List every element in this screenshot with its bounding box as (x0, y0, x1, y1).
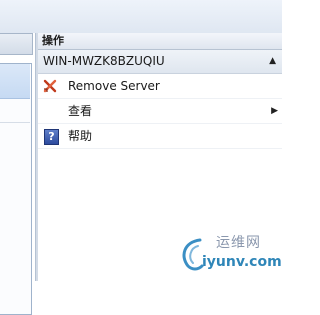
actions-pane-header: 操作 (38, 33, 282, 50)
window-top-strip (0, 0, 282, 34)
help-icon: ? (42, 128, 59, 145)
submenu-arrow-icon: ▶ (271, 106, 278, 116)
watermark-chinese-text: 运维网 (216, 235, 261, 251)
server-name: WIN-MWZK8BZUQIU (43, 54, 165, 68)
action-label: 帮助 (68, 129, 93, 143)
watermark-url: iyunv.com (202, 254, 282, 270)
server-section-header[interactable]: WIN-MWZK8BZUQIU ▲ (38, 50, 282, 74)
action-remove-server[interactable]: Remove Server (38, 74, 282, 99)
list-divider (0, 122, 30, 123)
action-label: 查看 (68, 104, 93, 118)
action-help[interactable]: ? 帮助 (38, 124, 282, 149)
remove-x-icon (43, 79, 57, 93)
action-view-submenu[interactable]: 查看 ▶ (38, 99, 282, 124)
site-watermark: 运维网 iyunv.com (178, 232, 282, 277)
selected-list-row[interactable] (0, 64, 30, 99)
results-pane-tab[interactable] (0, 33, 33, 55)
results-list[interactable] (0, 63, 32, 315)
results-pane (0, 33, 35, 315)
collapse-up-icon[interactable]: ▲ (269, 50, 276, 73)
action-label: Remove Server (68, 79, 160, 93)
